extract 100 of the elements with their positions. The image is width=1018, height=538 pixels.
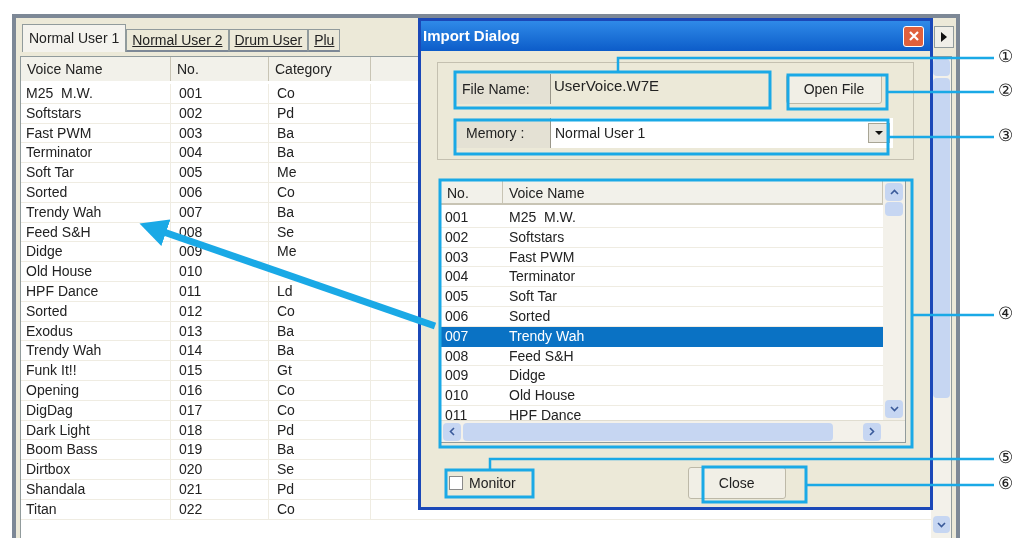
list-row[interactable]: 009 Didge <box>441 366 883 387</box>
tab[interactable]: Normal User 2 <box>126 29 229 52</box>
table-cell: Boom Bass <box>21 440 171 460</box>
table-cell: Dark Light <box>21 420 171 440</box>
table-cell: Trendy Wah <box>21 341 171 361</box>
table-cell: 004 <box>171 143 269 163</box>
table-cell: Funk It!! <box>21 361 171 381</box>
table-cell: Pd <box>269 103 371 123</box>
chevron-right-icon <box>869 427 875 436</box>
table-cell: 018 <box>171 420 269 440</box>
scroll-thumb[interactable] <box>885 202 903 216</box>
table-cell: Pd <box>269 479 371 499</box>
tab[interactable]: Drum User <box>228 29 309 52</box>
scroll-left-button[interactable] <box>443 422 461 441</box>
list-row[interactable]: 003 Fast PWM <box>441 247 883 268</box>
tab[interactable]: Plu <box>308 29 341 52</box>
list-row[interactable]: 010 Old House <box>441 386 883 406</box>
table-cell: Co <box>269 400 371 420</box>
memory-dropdown[interactable]: Normal User 1 <box>550 118 893 148</box>
chevron-left-icon <box>449 427 455 436</box>
table-cell: 020 <box>171 460 269 480</box>
list-row[interactable]: 008 Feed S&H <box>441 346 883 367</box>
table-cell: Sorted <box>21 301 171 321</box>
table-cell: Feed S&H <box>21 222 171 242</box>
scroll-down-button[interactable] <box>932 516 950 533</box>
table-cell: Ld <box>269 281 371 301</box>
table-cell: HPF Dance <box>21 281 171 301</box>
table-cell: Exodus <box>21 321 171 341</box>
field-label: File Name: <box>454 74 550 104</box>
table-cell: Soft Tar <box>21 163 171 183</box>
table-cell: Pd <box>269 420 371 440</box>
table-cell: 007 <box>171 202 269 222</box>
table-cell: 010 <box>171 262 269 282</box>
table-cell: Co <box>269 183 371 202</box>
table-cell: Ba <box>269 143 371 163</box>
table-cell: 019 <box>171 440 269 460</box>
table-cell: 022 <box>171 499 269 519</box>
table-cell: Gt <box>269 361 371 381</box>
table-cell: Trendy Wah <box>21 202 171 222</box>
table-cell: Co <box>269 301 371 321</box>
table-cell: Ba <box>269 202 371 222</box>
field-label: Memory : <box>454 118 550 148</box>
close-button[interactable] <box>903 25 924 47</box>
table-cell: Shandala <box>21 479 171 499</box>
list-row[interactable]: 006 Sorted <box>441 307 883 327</box>
list-row[interactable]: 001 M25 M.W. <box>441 208 883 228</box>
table-cell: Ba <box>269 341 371 361</box>
column-header[interactable]: Voice Name <box>21 57 171 81</box>
list-row[interactable]: 004 Terminator <box>441 267 883 288</box>
table-cell: 002 <box>171 103 269 123</box>
table-cell: Me <box>269 163 371 183</box>
right-triangle-icon <box>940 32 948 42</box>
tab[interactable]: Normal User 1 <box>22 24 127 52</box>
table-cell: Softstars <box>21 103 171 123</box>
table-cell: 012 <box>171 301 269 321</box>
table-cell: Co <box>269 499 371 519</box>
table-cell: Co <box>269 380 371 400</box>
window-title: Import Dialog <box>423 25 520 46</box>
table-cell: Se <box>269 460 371 480</box>
chevron-down-icon <box>936 521 946 528</box>
table-cell: 014 <box>171 341 269 361</box>
list-row[interactable]: 005 Soft Tar <box>441 287 883 307</box>
table-cell: 017 <box>171 400 269 420</box>
close-icon <box>908 31 919 41</box>
column-header[interactable]: Category <box>269 57 371 81</box>
scroll-down-button[interactable] <box>885 400 903 418</box>
close-dialog-button[interactable]: Close <box>687 467 786 499</box>
vertical-scrollbar[interactable] <box>883 181 905 420</box>
horizontal-scrollbar[interactable] <box>441 420 905 442</box>
table-cell: Old House <box>21 262 171 282</box>
table-cell: 016 <box>171 380 269 400</box>
monitor-checkbox[interactable] <box>449 476 463 490</box>
scroll-right-button[interactable] <box>863 422 881 441</box>
list-row[interactable]: 002 Softstars <box>441 227 883 248</box>
table-cell: Ba <box>269 123 371 143</box>
table-cell: Sorted <box>21 183 171 202</box>
table-cell: 011 <box>171 281 269 301</box>
tab-scroll-button[interactable] <box>934 26 954 48</box>
table-cell: Se <box>269 222 371 242</box>
table-cell: Dirtbox <box>21 460 171 480</box>
table-cell: Fast PWM <box>21 123 171 143</box>
table-cell: 015 <box>171 361 269 381</box>
table-cell: M25 M.W. <box>21 84 171 103</box>
table-cell: 021 <box>171 479 269 499</box>
table-cell: 003 <box>171 123 269 143</box>
scroll-up-button[interactable] <box>885 183 903 201</box>
table-cell: Co <box>269 84 371 103</box>
checkbox-label: Monitor <box>469 473 516 493</box>
table-cell: 001 <box>171 84 269 103</box>
table-cell: Opening <box>21 380 171 400</box>
table-cell: Me <box>269 242 371 262</box>
chevron-up-icon <box>889 189 899 195</box>
column-header[interactable]: No. <box>171 57 269 81</box>
table-cell: 006 <box>171 183 269 202</box>
scroll-thumb[interactable] <box>463 422 833 441</box>
table-cell: Terminator <box>21 143 171 163</box>
table-cell: Ba <box>269 440 371 460</box>
table-cell: DigDag <box>21 400 171 420</box>
column-header[interactable]: No. <box>441 181 503 205</box>
table-cell: 013 <box>171 321 269 341</box>
